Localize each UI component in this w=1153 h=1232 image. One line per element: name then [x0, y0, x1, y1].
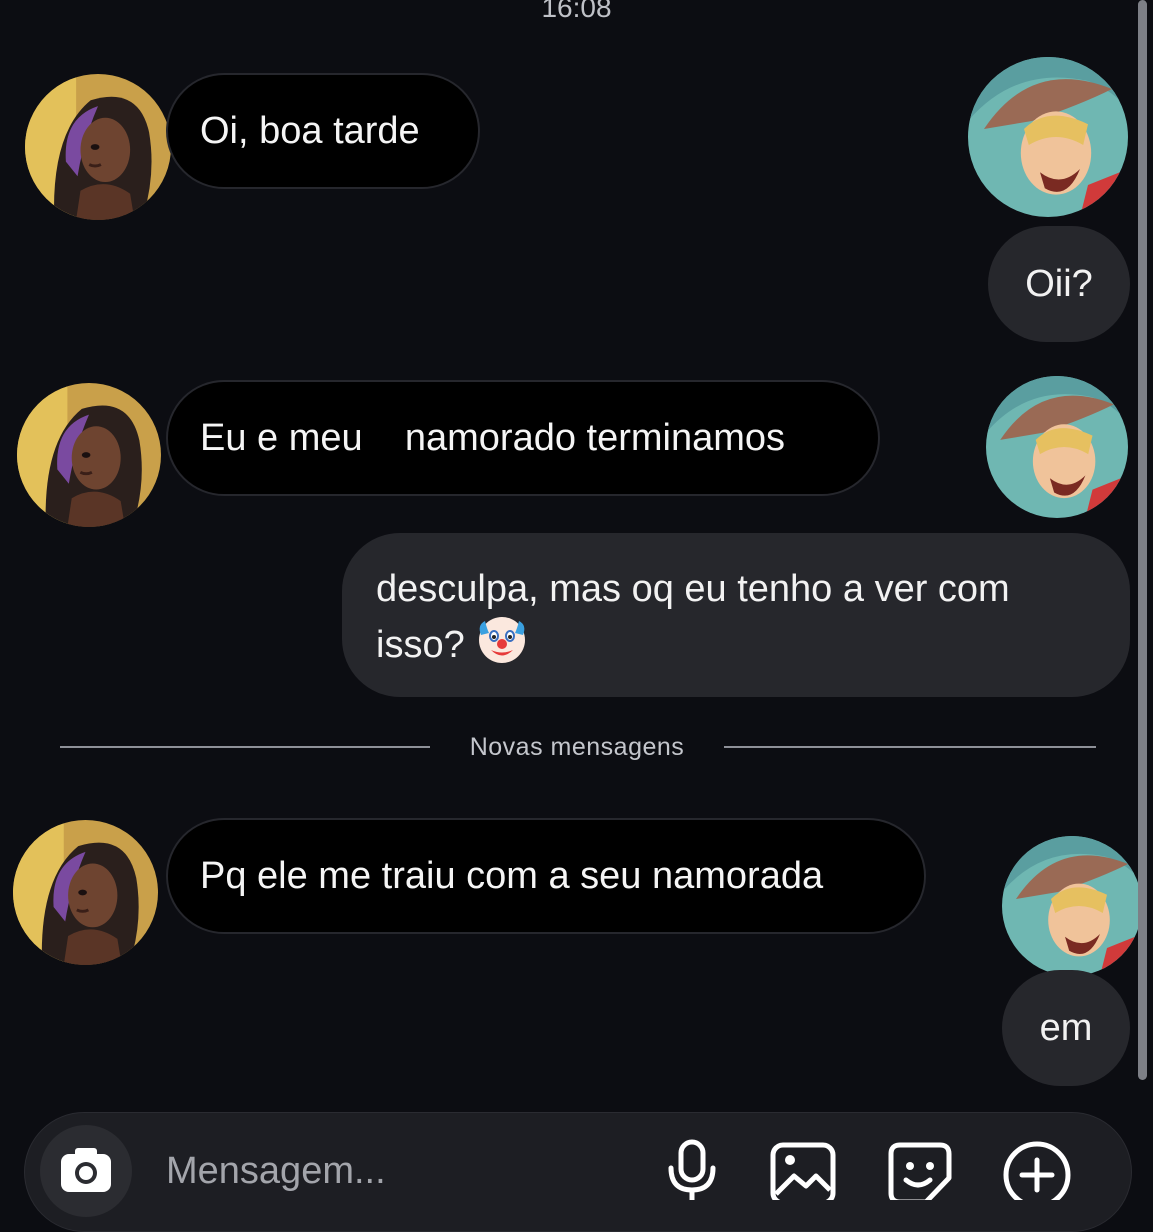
incoming-message[interactable]: Pq ele me traiu com a seu namorada	[166, 818, 926, 934]
clown-face-emoji	[478, 617, 525, 663]
separator-line	[724, 746, 1096, 748]
woman-avatar	[13, 820, 158, 965]
gallery-icon[interactable]	[770, 1142, 836, 1200]
separator-line	[60, 746, 430, 748]
message-text: Oii?	[1025, 262, 1093, 305]
message-text-line: desculpa, mas oq eu tenho a ver com	[376, 568, 1010, 610]
scrollbar[interactable]	[1138, 0, 1147, 1080]
camera-icon	[61, 1148, 111, 1192]
cowboy-avatar	[986, 376, 1128, 518]
outgoing-message[interactable]: desculpa, mas oq eu tenho a ver com isso…	[342, 533, 1130, 697]
incoming-message[interactable]: Oi, boa tarde	[166, 73, 480, 189]
incoming-message[interactable]: Eu e meu namorado terminamos	[166, 380, 880, 496]
woman-avatar	[17, 383, 161, 527]
message-text: Oi, boa tarde	[200, 109, 420, 152]
sticker-icon[interactable]	[888, 1142, 952, 1200]
camera-button[interactable]	[40, 1125, 132, 1217]
my-avatar[interactable]	[986, 376, 1128, 518]
new-messages-label: Novas mensagens	[469, 733, 685, 761]
message-text-line: isso?	[376, 615, 1096, 671]
outgoing-message[interactable]: em	[1002, 970, 1130, 1086]
message-input[interactable]: Mensagem...	[166, 1150, 386, 1193]
outgoing-message[interactable]: Oii?	[988, 226, 1130, 342]
cowboy-avatar	[1002, 836, 1142, 976]
cowboy-avatar	[968, 57, 1128, 217]
contact-avatar[interactable]	[13, 820, 158, 965]
woman-avatar	[25, 74, 171, 220]
message-text: em	[1039, 1006, 1093, 1049]
contact-avatar[interactable]	[17, 383, 161, 527]
message-text: Pq ele me traiu com a seu namorada	[200, 854, 824, 897]
microphone-icon[interactable]	[664, 1138, 720, 1200]
contact-avatar[interactable]	[25, 74, 171, 220]
my-avatar[interactable]	[1002, 836, 1142, 976]
message-text: Eu e meu namorado terminamos	[200, 416, 786, 459]
plus-icon[interactable]	[1002, 1140, 1072, 1200]
timestamp: 16:08	[541, 0, 612, 23]
my-avatar[interactable]	[968, 57, 1128, 217]
message-text: isso?	[376, 624, 465, 666]
